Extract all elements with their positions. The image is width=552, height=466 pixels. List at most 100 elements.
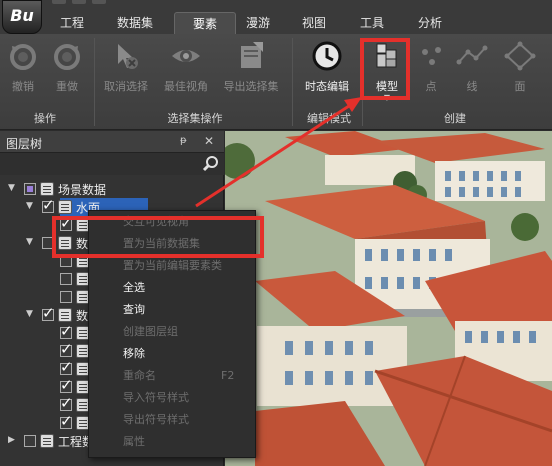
menu-item-label: 创建图层组 (123, 325, 178, 338)
close-icon[interactable]: ✕ (204, 134, 214, 148)
face-label: 面 (514, 80, 526, 93)
export-selection-button[interactable]: 导出选择集 (218, 40, 284, 100)
layer-icon (58, 308, 72, 322)
menu-item-label: 全选 (123, 281, 145, 294)
tree-node-data-2-child[interactable] (0, 376, 90, 396)
menu-item-label: 重命名 (123, 369, 156, 382)
timeline-edit-button[interactable]: 时态编辑 (298, 40, 356, 100)
tab-dataset[interactable]: 数据集 (108, 12, 162, 34)
layer-checkbox[interactable] (60, 291, 72, 303)
tree-node-data-2-child[interactable] (0, 340, 90, 360)
tree-node-scene-data[interactable]: ▼ 场景数据 (0, 180, 224, 198)
cancel-selection-label: 取消选择 (104, 80, 148, 93)
tree-node-water-controls: ▼ (0, 196, 60, 216)
polygon-icon (504, 41, 536, 71)
cursor-cancel-icon (118, 44, 138, 69)
line-label: 线 (466, 80, 478, 93)
ribbon: 撤销 重做 取消选择 最佳视角 导出选择集 时态编辑 模型 ▼ 点 线 面 操作… (0, 34, 552, 130)
menu-item-label: 导入符号样式 (123, 391, 189, 404)
menu-item-properties[interactable]: 属性 (89, 431, 255, 453)
menu-item-label: 属性 (123, 435, 145, 448)
search-icon[interactable] (202, 155, 220, 173)
redo-label: 重做 (56, 80, 78, 93)
layer-checkbox[interactable] (60, 340, 73, 358)
layer-checkbox[interactable] (60, 273, 72, 285)
point-icon (422, 47, 441, 65)
layer-checkbox[interactable] (42, 196, 55, 214)
menu-item-query[interactable]: 查询 (89, 299, 255, 321)
layer-checkbox[interactable] (60, 376, 73, 394)
group-label-operation: 操作 (34, 112, 56, 125)
scene-image (225, 131, 552, 466)
layer-checkbox[interactable] (24, 435, 36, 447)
redo-button[interactable]: 重做 (50, 40, 84, 100)
layer-checkbox[interactable] (60, 322, 73, 340)
tree-node-label: 数 (76, 309, 89, 323)
tab-feature[interactable]: 要素 (174, 12, 236, 34)
annotation-highlight-model (360, 38, 410, 100)
export-selection-label: 导出选择集 (223, 80, 279, 93)
layer-checkbox[interactable] (42, 304, 55, 322)
menu-item-label: 导出符号样式 (123, 413, 189, 426)
undo-icon (10, 44, 36, 70)
collapse-arrow-icon[interactable]: ▼ (8, 183, 15, 193)
menu-item-shortcut: F2 (221, 369, 235, 382)
panel-header: 图层树 ᵽ ✕ (0, 131, 224, 153)
expand-arrow-icon[interactable]: ▶ (8, 435, 15, 445)
collapse-arrow-icon[interactable]: ▼ (26, 237, 33, 247)
best-view-label: 最佳视角 (164, 80, 208, 93)
face-button[interactable]: 面 (500, 40, 540, 100)
menu-item-set-current-edit-class[interactable]: 置为当前编辑要素类 (89, 255, 255, 277)
layer-checkbox[interactable] (60, 358, 73, 376)
polyline-icon (456, 45, 488, 65)
menu-item-rename[interactable]: 重命名 F2 (89, 365, 255, 387)
scene-viewport[interactable] (225, 131, 552, 466)
layer-icon (40, 182, 54, 196)
tree-node-project[interactable]: ▶ 工程数 (0, 432, 94, 450)
group-separator (94, 38, 95, 126)
search-row (0, 153, 224, 175)
layer-checkbox[interactable] (60, 394, 73, 412)
layer-checkbox[interactable] (24, 183, 36, 195)
tree-node-data-2[interactable]: ▼ 数 (0, 304, 89, 324)
layer-icon (40, 434, 54, 448)
quick-access-icon[interactable] (72, 0, 86, 4)
group-label-create: 创建 (444, 112, 466, 125)
quick-access-icon[interactable] (92, 0, 106, 4)
point-button[interactable]: 点 (416, 40, 446, 100)
menu-item-label: 置为当前编辑要素类 (123, 259, 222, 272)
tree-node-data-2-child[interactable] (0, 412, 90, 432)
best-view-button[interactable]: 最佳视角 (160, 40, 212, 100)
tab-view[interactable]: 视图 (296, 12, 332, 34)
tab-project[interactable]: 工程 (52, 12, 92, 34)
app-logo-text: Bu (10, 6, 34, 25)
menu-item-export-symbol-style[interactable]: 导出符号样式 (89, 409, 255, 431)
app-window: Bu 工程 数据集 要素 漫游 视图 工具 分析 撤销 重做 取消选择 最佳视角… (0, 0, 552, 466)
menu-item-select-all[interactable]: 全选 (89, 277, 255, 299)
layer-checkbox[interactable] (60, 412, 73, 430)
collapse-arrow-icon[interactable]: ▼ (26, 309, 33, 319)
title-bar: Bu 工程 数据集 要素 漫游 视图 工具 分析 (0, 0, 552, 34)
tab-tools[interactable]: 工具 (354, 12, 390, 34)
undo-label: 撤销 (12, 80, 34, 93)
cancel-selection-button[interactable]: 取消选择 (100, 40, 152, 100)
menu-item-import-symbol-style[interactable]: 导入符号样式 (89, 387, 255, 409)
tab-analysis[interactable]: 分析 (412, 12, 448, 34)
app-logo[interactable]: Bu (2, 0, 42, 34)
pin-icon[interactable]: ᵽ (180, 135, 187, 146)
tree-node-data-1-child[interactable] (0, 270, 90, 288)
undo-button[interactable]: 撤销 (6, 40, 40, 100)
panel-title: 图层树 (6, 137, 43, 151)
menu-item-label: 移除 (123, 347, 145, 360)
tree-node-data-2-child[interactable] (0, 394, 90, 414)
menu-item-create-layer-group[interactable]: 创建图层组 (89, 321, 255, 343)
tab-roam[interactable]: 漫游 (240, 12, 276, 34)
group-label-edit-mode: 编辑模式 (307, 112, 351, 125)
menu-item-remove[interactable]: 移除 (89, 343, 255, 365)
tree-node-data-2-child[interactable] (0, 322, 90, 342)
line-button[interactable]: 线 (456, 40, 488, 100)
tree-node-data-2-child[interactable] (0, 358, 90, 378)
quick-access-icon[interactable] (52, 0, 66, 4)
menu-item-label: 查询 (123, 303, 145, 316)
collapse-arrow-icon[interactable]: ▼ (26, 201, 33, 211)
